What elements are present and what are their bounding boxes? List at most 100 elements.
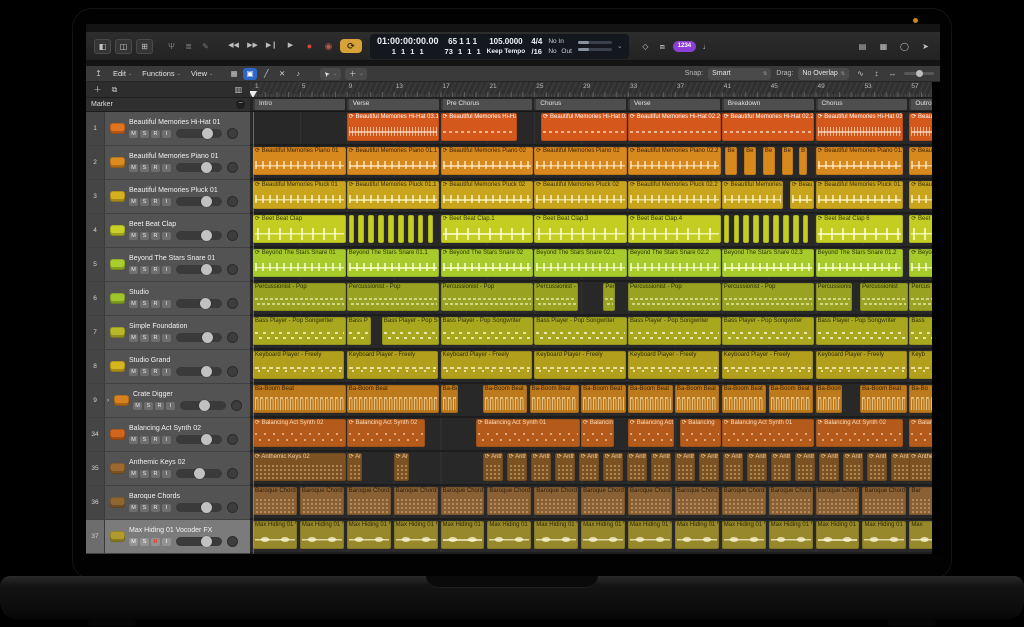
region[interactable]: ⟳ Balancing <box>581 419 614 447</box>
volume-thumb[interactable] <box>201 230 212 241</box>
region[interactable]: Be <box>782 147 794 175</box>
region[interactable]: Baroque Chords <box>862 487 906 515</box>
region[interactable]: ⟳ Anthe <box>627 453 647 481</box>
autopunch-icon[interactable]: ⧈ <box>656 40 669 53</box>
i-button[interactable]: I <box>162 198 171 206</box>
waveform-zoom-icon[interactable]: ∿ <box>854 67 867 80</box>
region[interactable]: ⟳ Anthe <box>819 453 839 481</box>
track-header[interactable]: 34Balancing Act Synth 02MSRI <box>86 418 250 452</box>
region[interactable]: Percussionist - <box>816 283 852 311</box>
volume-thumb[interactable] <box>201 434 212 445</box>
region[interactable]: Baroque Chords <box>487 487 531 515</box>
r-button[interactable]: R <box>151 538 160 546</box>
region[interactable]: ⟳ Beautiful Memories Hi-Hat 02.2 <box>722 113 815 141</box>
i-button[interactable]: I <box>162 538 171 546</box>
crossfade-icon[interactable]: ✕ <box>275 68 289 80</box>
pan-knob[interactable] <box>227 366 238 377</box>
region[interactable]: Max Hiding 01 V <box>581 521 625 549</box>
volume-slider[interactable] <box>176 333 222 342</box>
track-lane[interactable]: ⟳ Beautiful Memories Piano 01⟳ Beautiful… <box>250 146 932 180</box>
volume-slider[interactable] <box>176 503 222 512</box>
horizontal-zoom-icon[interactable]: ↔ <box>886 67 899 80</box>
region[interactable]: ⟳ Beet Beat Clap.3 <box>534 215 627 243</box>
region[interactable] <box>743 215 748 243</box>
region[interactable]: ⟳ Balancing Act Synth 01 <box>722 419 815 447</box>
smart-controls-icon[interactable]: ≣ <box>182 40 195 53</box>
metronome-icon[interactable]: ♩ <box>700 40 713 53</box>
pan-knob[interactable] <box>227 230 238 241</box>
duplicate-track-button[interactable]: ⧉ <box>108 83 121 96</box>
region[interactable]: Bar <box>909 487 932 515</box>
region[interactable]: ⟳ Beautif <box>909 147 932 175</box>
region[interactable]: Max Hiding 01 V <box>347 521 391 549</box>
volume-slider[interactable] <box>176 197 222 206</box>
region[interactable] <box>793 215 798 243</box>
add-tracks-icon[interactable]: ⊞ <box>136 39 153 54</box>
disclosure-icon[interactable]: › <box>107 398 109 404</box>
region[interactable]: ⟳ Anthe <box>699 453 719 481</box>
region[interactable]: Baroque Chords <box>722 487 766 515</box>
region[interactable] <box>358 215 363 243</box>
region[interactable]: ⟳ Anthe <box>771 453 791 481</box>
region[interactable]: Keyboard Player - Freely <box>441 351 532 379</box>
volume-thumb[interactable] <box>201 196 212 207</box>
region[interactable]: Percussionist - Pop <box>441 283 534 311</box>
pointer-settings-icon[interactable]: ➤ <box>919 40 932 53</box>
region[interactable]: Max Hiding 01 V <box>816 521 860 549</box>
region[interactable]: Ba-Boom Beat <box>347 385 440 413</box>
region[interactable]: ⟳ Anthe <box>483 453 503 481</box>
region[interactable]: Keyboard Player - Freely <box>534 351 625 379</box>
region[interactable]: Max Hiding 01 V <box>300 521 344 549</box>
region[interactable] <box>763 215 768 243</box>
region[interactable]: ⟳ Beet Beat Clap.4 <box>628 215 721 243</box>
m-button[interactable]: M <box>129 300 138 308</box>
region[interactable]: Percussionist <box>860 283 908 311</box>
region[interactable]: Percussionist - P <box>534 283 577 311</box>
m-button[interactable]: M <box>129 334 138 342</box>
region[interactable]: ⟳ Anthe <box>347 453 362 481</box>
region[interactable]: Be <box>763 147 775 175</box>
track-lane[interactable]: Percussionist - PopPercussionist - PopPe… <box>250 282 932 316</box>
region[interactable]: Baroque Chords <box>347 487 391 515</box>
region[interactable]: Percussionist - Pop <box>628 283 721 311</box>
r-button[interactable]: R <box>155 402 164 410</box>
region[interactable]: Bass <box>909 317 932 345</box>
volume-thumb[interactable] <box>201 264 212 275</box>
volume-slider[interactable] <box>176 265 222 274</box>
region[interactable]: Baroque Chords <box>769 487 813 515</box>
lcd-display[interactable]: 01:00:00:00.00 1 1 1 1 65 1 1 1 73 1 1 1… <box>370 34 629 59</box>
track-header[interactable]: 9›Crate DiggerMSRI <box>86 384 250 418</box>
i-button[interactable]: I <box>162 300 171 308</box>
region[interactable]: Ba-Boo <box>441 385 459 413</box>
drag-menu[interactable]: No Overlap ⇅ <box>798 68 849 80</box>
pan-knob[interactable] <box>227 128 238 139</box>
automation-icon[interactable]: ╱ <box>259 68 273 80</box>
region[interactable]: Keyboard Player - Freely <box>253 351 344 379</box>
region[interactable]: Baroque Chords <box>675 487 719 515</box>
s-button[interactable]: S <box>140 300 149 308</box>
i-button[interactable]: I <box>162 266 171 274</box>
loop-browser-icon[interactable]: ◯ <box>898 40 911 53</box>
capture-recording-button[interactable]: ◉ <box>321 39 336 53</box>
region[interactable]: Baroque Chords <box>816 487 860 515</box>
region[interactable]: Max Hiding 01 V <box>253 521 297 549</box>
region[interactable]: Percus <box>909 283 932 311</box>
region[interactable]: Bass Player - Pop Songwriter <box>628 317 721 345</box>
track-lane[interactable]: ⟳ Beet Beat Clap⟳ Beet Beat Clap.1⟳ Beet… <box>250 214 932 248</box>
region[interactable]: Ba-Bo <box>909 385 932 413</box>
volume-slider[interactable] <box>176 469 222 478</box>
region[interactable]: Baroque Chords <box>628 487 672 515</box>
track-header[interactable]: 2Beautiful Memories Piano 01MSRI <box>86 146 250 180</box>
region[interactable]: Beyond The Stars Snare 02.1 <box>534 249 627 277</box>
region[interactable]: ⟳ Beyond The Stars Snare 02 <box>441 249 534 277</box>
region[interactable]: ⟳ Anthe <box>579 453 599 481</box>
region[interactable]: Keyboard Player - Freely <box>347 351 438 379</box>
volume-slider[interactable] <box>176 299 222 308</box>
region[interactable]: Ba-Boom Beat <box>860 385 907 413</box>
lcd-midi-io[interactable]: No In No Out <box>545 35 575 58</box>
s-button[interactable]: S <box>140 266 149 274</box>
volume-slider[interactable] <box>176 435 222 444</box>
region[interactable]: ⟳ Anthe <box>507 453 527 481</box>
lcd-locators[interactable]: 65 1 1 1 73 1 1 1 <box>442 35 484 58</box>
go-to-end-button[interactable]: ▶❙ <box>264 39 279 53</box>
